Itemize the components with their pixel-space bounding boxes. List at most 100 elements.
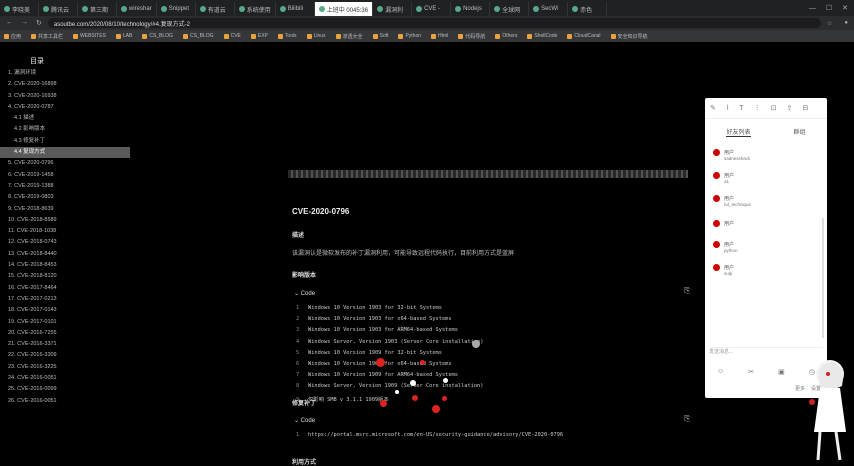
- image-icon[interactable]: ▣: [778, 368, 785, 376]
- toc-item[interactable]: 2. CVE-2020-16898: [0, 79, 130, 90]
- patch-code-toggle[interactable]: ⌄ Code: [294, 417, 315, 424]
- browser-tab[interactable]: 系统使用: [235, 2, 276, 16]
- panel-scrollbar[interactable]: [822, 218, 824, 338]
- toc-item[interactable]: 11. CVE-2018-1038: [0, 226, 130, 237]
- browser-tab[interactable]: wireshar: [117, 2, 157, 16]
- copy-icon[interactable]: ⎘: [684, 414, 690, 424]
- contact-item[interactable]: 用户 python: [705, 235, 827, 258]
- browser-tab[interactable]: 上班中 0045:36: [314, 2, 374, 16]
- code-line: 7 Windows 10 Version 1909 for ARM64-based…: [296, 372, 458, 378]
- maximize-icon[interactable]: ☐: [826, 4, 832, 12]
- back-icon[interactable]: ←: [6, 19, 13, 27]
- toc-item[interactable]: 4.2 影响版本: [0, 124, 130, 135]
- toc-item[interactable]: 8. CVE-2019-0803: [0, 192, 130, 203]
- pen-icon[interactable]: ✎: [710, 104, 716, 112]
- contact-item[interactable]: 用户 sulp: [705, 258, 827, 281]
- bookmark-item[interactable]: Html: [431, 33, 448, 39]
- toc-item[interactable]: 1. 漏洞环境: [0, 68, 130, 79]
- toc-item[interactable]: 22. CVE-2016-3309: [0, 350, 130, 361]
- toc-item[interactable]: 4. CVE-2020-0787: [0, 102, 130, 113]
- browser-tab[interactable]: Snippet: [157, 2, 196, 16]
- bookmark-item[interactable]: 渗透大全: [335, 33, 363, 40]
- profile-icon[interactable]: ●: [838, 20, 854, 26]
- bookmarks-bar: 应用 共享工具栏 WEBSITES LAB CS_BLOG CS_BLOG CVE EXP To…: [0, 30, 854, 42]
- toc-item[interactable]: 14. CVE-2018-8453: [0, 260, 130, 271]
- bookmark-item[interactable]: WEBSITES: [73, 33, 106, 39]
- toc-item[interactable]: 13. CVE-2018-8440: [0, 249, 130, 260]
- toc-item[interactable]: 18. CVE-2017-0143: [0, 305, 130, 316]
- browser-tab[interactable]: 漏洞利: [373, 2, 413, 16]
- forward-icon[interactable]: →: [21, 19, 28, 27]
- bookmark-item[interactable]: CS_BLOG: [182, 33, 214, 39]
- browser-tab[interactable]: 第三期: [78, 2, 117, 16]
- contact-name: 用户: [724, 172, 735, 179]
- bookmark-item[interactable]: Linux: [306, 33, 326, 39]
- bookmark-item[interactable]: CS_BLOG: [142, 33, 173, 39]
- toc-item[interactable]: 7. CVE-2019-1388: [0, 181, 130, 192]
- scissors-icon[interactable]: ✂: [748, 368, 754, 376]
- close-icon[interactable]: ✕: [842, 4, 848, 12]
- bookmark-item[interactable]: CloudCanal: [567, 33, 601, 39]
- emoji-icon[interactable]: ☺: [717, 368, 724, 376]
- url-input[interactable]: asoutbe.com/2020/08/10/technology/#4.复现方…: [47, 18, 821, 28]
- star-icon[interactable]: ☆: [821, 20, 838, 27]
- contact-item[interactable]: 用户 sadnesshack: [705, 143, 827, 166]
- toc-item[interactable]: 21. CVE-2016-3371: [0, 339, 130, 350]
- browser-tab[interactable]: CVE -: [412, 2, 452, 16]
- toc-item[interactable]: 17. CVE-2017-0213: [0, 294, 130, 305]
- bookmark-item[interactable]: Others: [495, 33, 517, 39]
- browser-tab[interactable]: 有道云: [196, 2, 235, 16]
- bookmark-item[interactable]: 代码导航: [458, 33, 485, 40]
- browser-tab[interactable]: 李晓美: [0, 2, 39, 16]
- bookmark-item[interactable]: 应用: [4, 33, 21, 40]
- toc-item[interactable]: 3. CVE-2020-16938: [0, 91, 130, 102]
- toc-item[interactable]: 26. CVE-2016-0051: [0, 396, 130, 407]
- bookmark-item[interactable]: LAB: [115, 33, 132, 39]
- minimize-icon[interactable]: —: [809, 5, 816, 12]
- toc-item[interactable]: 4.3 修复补丁: [0, 136, 130, 147]
- browser-tab[interactable]: SecWi: [529, 2, 569, 16]
- toc-item[interactable]: 24. CVE-2016-0051: [0, 373, 130, 384]
- toc-item[interactable]: 4.4 复现方式: [0, 147, 130, 159]
- toc-item[interactable]: 15. CVE-2018-8120: [0, 271, 130, 282]
- copy-icon[interactable]: ⎘: [684, 286, 690, 296]
- bookmark-item[interactable]: 安全知识导航: [610, 33, 648, 40]
- browser-tab[interactable]: Nodejs: [451, 2, 491, 16]
- browser-tab[interactable]: 赤色: [568, 2, 608, 16]
- contact-item[interactable]: 用户: [705, 212, 827, 235]
- contact-item[interactable]: 用户 a1: [705, 166, 827, 189]
- brush-icon[interactable]: ⌇: [726, 104, 729, 112]
- toc-item[interactable]: 25. CVE-2016-0099: [0, 384, 130, 395]
- toc-item[interactable]: 4.1 描述: [0, 113, 130, 124]
- bookmark-item[interactable]: 共享工具栏: [31, 33, 63, 40]
- toc-item[interactable]: 10. CVE-2018-8589: [0, 215, 130, 226]
- line-number: 4: [296, 338, 300, 345]
- code-toggle[interactable]: ⌄ Code: [294, 290, 315, 297]
- bookmark-item[interactable]: Soft: [372, 33, 388, 39]
- browser-tab[interactable]: 腾讯云: [39, 2, 78, 16]
- tab-friends[interactable]: 好友列表: [726, 127, 751, 137]
- bookmark-item[interactable]: CVE: [223, 33, 241, 39]
- save-icon[interactable]: ⊟: [802, 104, 808, 112]
- toc-item[interactable]: 5. CVE-2020-0796: [0, 158, 130, 169]
- reload-icon[interactable]: ↻: [36, 19, 42, 27]
- browser-tab[interactable]: Bilibili: [276, 2, 315, 16]
- toc-item[interactable]: 16. CVE-2017-8464: [0, 283, 130, 294]
- text-icon[interactable]: T: [739, 105, 743, 112]
- toc-item[interactable]: 12. CVE-2018-0743: [0, 237, 130, 248]
- toc-item[interactable]: 23. CVE-2016-3225: [0, 362, 130, 373]
- toc-item[interactable]: 19. CVE-2017-0101: [0, 317, 130, 328]
- share-icon[interactable]: ⇪: [786, 104, 792, 112]
- browser-tab[interactable]: 全球网: [490, 2, 530, 16]
- toc-item[interactable]: 9. CVE-2018-8639: [0, 204, 130, 215]
- bookmark-item[interactable]: ShellCode: [527, 33, 557, 39]
- crop-icon[interactable]: ⊡: [771, 104, 777, 112]
- bookmark-item[interactable]: Python: [398, 33, 421, 39]
- grid-icon[interactable]: ⋮: [754, 104, 761, 112]
- bookmark-item[interactable]: Tools: [277, 33, 297, 39]
- toc-item[interactable]: 6. CVE-2019-1458: [0, 170, 130, 181]
- toc-item[interactable]: 20. CVE-2016-7255: [0, 328, 130, 339]
- bookmark-item[interactable]: EXP: [250, 33, 268, 39]
- contact-item[interactable]: 用户 hd_technique: [705, 189, 827, 212]
- tab-groups[interactable]: 群组: [793, 127, 805, 137]
